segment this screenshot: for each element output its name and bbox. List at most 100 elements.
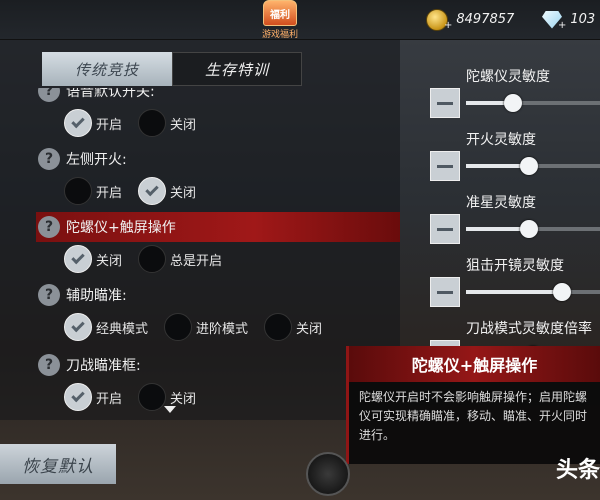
radio-checked[interactable]: [64, 313, 92, 341]
setting-title: 陀螺仪+触屏操作: [66, 220, 176, 236]
option-label: 总是开启: [170, 253, 223, 269]
radio-unchecked[interactable]: [64, 177, 92, 205]
option-voice-off[interactable]: 关闭: [138, 109, 196, 137]
decrease-button[interactable]: [430, 151, 460, 181]
top-bar: 福利 游戏福利 + 8497857 + 103: [0, 0, 600, 40]
help-icon[interactable]: ?: [38, 148, 60, 170]
setting-header: ? 语音默认开关:: [36, 88, 400, 106]
radio-unchecked[interactable]: [264, 313, 293, 341]
option-aim-advanced[interactable]: 进阶模式: [164, 313, 248, 341]
setting-aim-assist: ? 辅助瞄准: 经典模式 进阶模式 关闭: [36, 280, 400, 344]
option-group: 开启 关闭: [36, 174, 400, 208]
slider-track[interactable]: [466, 157, 600, 175]
minus-icon: [437, 227, 453, 231]
minus-icon: [437, 164, 453, 168]
slider-thumb[interactable]: [519, 157, 538, 175]
check-icon: [71, 388, 85, 403]
slider-label: 准星灵敏度: [466, 195, 536, 211]
sensitivity-panel: 陀螺仪灵敏度 开火灵敏度 准星灵敏度 狙击开镜灵敏度 刀战模式灵敏度倍率: [420, 40, 600, 370]
minus-icon: [437, 290, 453, 294]
check-icon: [71, 114, 85, 129]
option-voice-on[interactable]: 开启: [64, 109, 122, 137]
option-group: 经典模式 进阶模式 关闭: [36, 310, 400, 344]
setting-header: ? 左侧开火:: [36, 144, 400, 174]
option-aim-off[interactable]: 关闭: [264, 313, 322, 341]
fire-button[interactable]: [306, 452, 350, 496]
decrease-button[interactable]: [430, 214, 460, 244]
minus-icon: [437, 101, 453, 105]
setting-left-fire: ? 左侧开火: 开启 关闭: [36, 144, 400, 208]
help-icon[interactable]: ?: [38, 284, 60, 306]
radio-checked[interactable]: [64, 383, 92, 411]
option-label: 关闭: [96, 253, 123, 269]
help-icon[interactable]: ?: [38, 88, 60, 102]
diamond-balance[interactable]: + 103: [542, 8, 595, 31]
option-group: 开启 关闭: [36, 106, 400, 140]
option-aim-classic[interactable]: 经典模式: [64, 313, 148, 341]
setting-gyro-touch: ? 陀螺仪+触屏操作 关闭 总是开启: [36, 212, 400, 276]
option-label: 关闭: [170, 391, 197, 407]
option-group: 关闭 总是开启: [36, 242, 400, 276]
option-label: 开启: [96, 117, 123, 133]
tab-classic[interactable]: 传统竞技: [42, 52, 172, 86]
scroll-down-arrow-icon[interactable]: [164, 406, 176, 413]
option-label: 经典模式: [96, 321, 149, 337]
slider-track[interactable]: [466, 94, 600, 112]
slider-thumb[interactable]: [519, 220, 538, 238]
restore-default-button[interactable]: 恢复默认: [0, 444, 116, 484]
radio-unchecked[interactable]: [164, 313, 193, 341]
option-label: 关闭: [170, 185, 197, 201]
option-label: 关闭: [170, 117, 197, 133]
slider-thumb[interactable]: [503, 94, 522, 112]
bonus-button[interactable]: 福利 游戏福利: [252, 0, 308, 42]
setting-title: 语音默认开关:: [66, 88, 155, 100]
help-tooltip: 陀螺仪+触屏操作 陀螺仪开启时不会影响触屏操作；启用陀螺仪可实现精确瞄准，移动、…: [346, 346, 600, 464]
coin-balance[interactable]: + 8497857: [426, 8, 514, 31]
option-gyro-off[interactable]: 关闭: [64, 245, 122, 273]
decrease-button[interactable]: [430, 88, 460, 118]
setting-header-selected[interactable]: ? 陀螺仪+触屏操作: [36, 212, 400, 242]
option-label: 开启: [96, 185, 123, 201]
option-left-fire-on[interactable]: 开启: [64, 177, 122, 205]
slider-track[interactable]: [466, 220, 600, 238]
gift-icon: 福利: [263, 0, 297, 26]
decrease-button[interactable]: [430, 277, 460, 307]
setting-voice: ? 语音默认开关: 开启 关闭: [36, 88, 400, 140]
slider-thumb[interactable]: [553, 283, 572, 301]
bonus-sub-label: 游戏福利: [261, 30, 298, 40]
option-gyro-always[interactable]: 总是开启: [138, 245, 222, 273]
diamond-amount: 103: [570, 12, 596, 27]
option-knife-on[interactable]: 开启: [64, 383, 122, 411]
slider-label: 开火灵敏度: [466, 132, 536, 148]
check-icon: [71, 250, 85, 265]
mode-tabs: 传统竞技 生存特训: [42, 52, 302, 86]
plus-icon[interactable]: +: [444, 20, 452, 31]
slider-track[interactable]: [466, 283, 600, 301]
radio-checked[interactable]: [64, 245, 92, 273]
radio-unchecked[interactable]: [138, 383, 167, 411]
tab-survival[interactable]: 生存特训: [172, 52, 302, 86]
slider-label: 陀螺仪灵敏度: [466, 69, 550, 85]
option-left-fire-off[interactable]: 关闭: [138, 177, 196, 205]
coin-amount: 8497857: [456, 12, 515, 27]
check-icon: [145, 182, 159, 197]
option-label: 开启: [96, 391, 123, 407]
setting-header: ? 辅助瞄准:: [36, 280, 400, 310]
setting-list[interactable]: ? 语音默认开关: 开启 关闭 ? 左侧开火: 开启 关闭 ? 陀螺仪+触屏操作…: [0, 88, 400, 420]
setting-title: 辅助瞄准:: [66, 288, 127, 304]
option-label: 关闭: [296, 321, 323, 337]
tooltip-body: 陀螺仪开启时不会影响触屏操作；启用陀螺仪可实现精确瞄准，移动、瞄准、开火同时进行…: [359, 390, 588, 442]
radio-checked[interactable]: [64, 109, 92, 137]
plus-icon[interactable]: +: [558, 20, 566, 31]
slider-label: 刀战模式灵敏度倍率: [466, 321, 592, 337]
radio-unchecked[interactable]: [138, 109, 167, 137]
setting-title: 左侧开火:: [66, 152, 127, 168]
help-icon[interactable]: ?: [38, 354, 60, 376]
radio-checked[interactable]: [138, 177, 167, 205]
help-icon[interactable]: ?: [38, 216, 60, 238]
tooltip-title: 陀螺仪+触屏操作: [349, 346, 600, 382]
check-icon: [71, 318, 85, 333]
slider-label: 狙击开镜灵敏度: [466, 258, 564, 274]
radio-unchecked[interactable]: [138, 245, 167, 273]
slider-fill: [466, 290, 563, 294]
